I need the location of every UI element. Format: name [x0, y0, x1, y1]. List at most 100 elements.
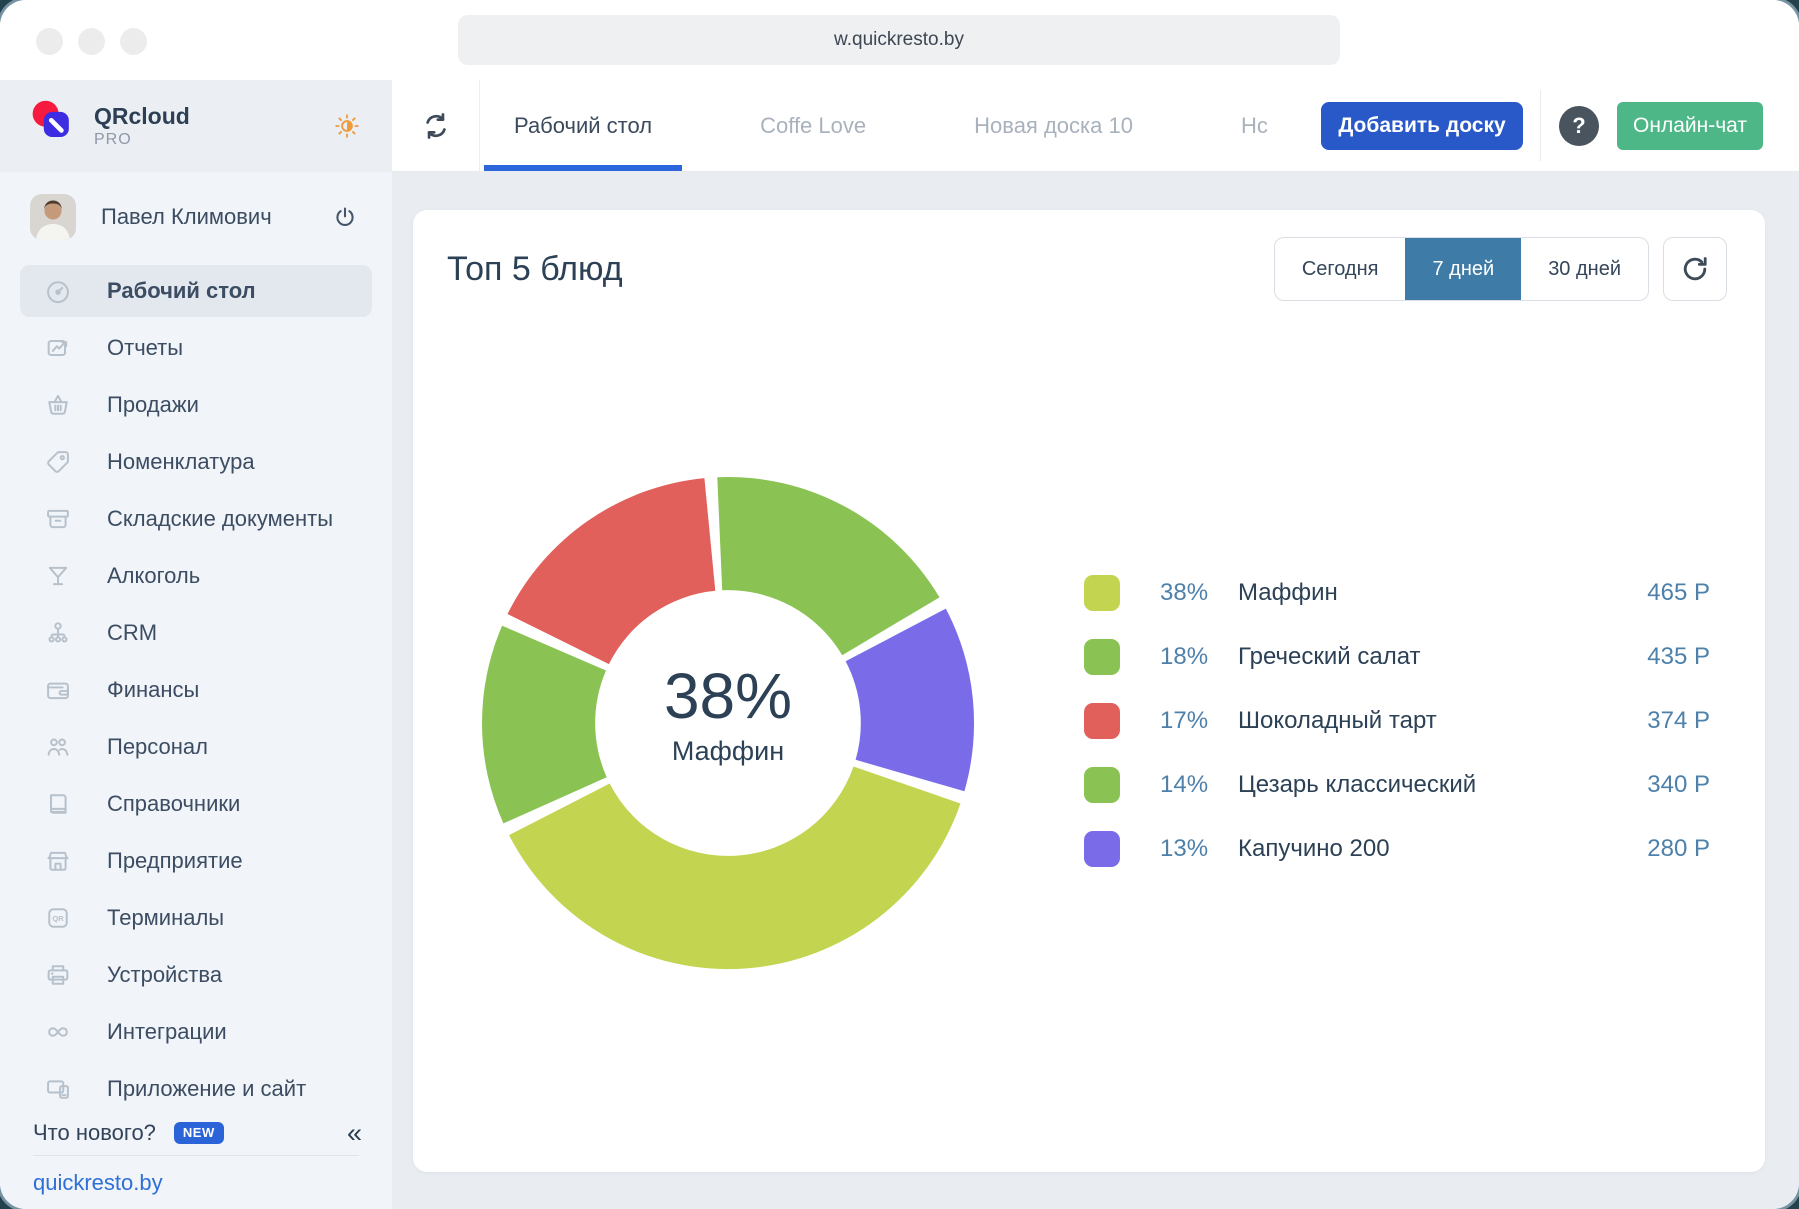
user-name: Павел Климович	[101, 204, 272, 230]
sidebar-footer: Что нового? NEW « quickresto.by	[0, 1111, 392, 1209]
legend-amount: 374 Р	[1647, 707, 1710, 735]
sidebar-item[interactable]: Финансы	[20, 664, 372, 716]
sidebar-item-label: Номенклатура	[107, 449, 255, 475]
legend-percent: 13%	[1160, 835, 1232, 863]
window-minimize-button[interactable]	[78, 28, 105, 55]
gauge-icon	[44, 277, 72, 305]
sidebar-item-label: Терминалы	[107, 905, 224, 931]
sidebar-item[interactable]: Устройства	[20, 949, 372, 1001]
help-button[interactable]: ?	[1559, 106, 1599, 146]
sidebar-item-label: Складские документы	[107, 506, 333, 532]
sidebar-item-label: Приложение и сайт	[107, 1076, 306, 1102]
qrcloud-logo-icon	[28, 98, 80, 155]
period-option[interactable]: Сегодня	[1275, 238, 1406, 300]
user-row[interactable]: Павел Климович	[0, 182, 392, 252]
sidebar-item-label: Финансы	[107, 677, 199, 703]
whats-new-row[interactable]: Что нового? NEW «	[33, 1111, 359, 1155]
sidebar-item[interactable]: QR Терминалы	[20, 892, 372, 944]
donut-slice[interactable]	[508, 478, 716, 664]
legend-row[interactable]: 13% Капучино 200 280 Р	[1084, 827, 1710, 871]
sidebar-item[interactable]: CRM	[20, 607, 372, 659]
legend-row[interactable]: 14% Цезарь классический 340 Р	[1084, 763, 1710, 807]
legend-percent: 38%	[1160, 579, 1232, 607]
warehouse-icon	[44, 505, 72, 533]
legend-color-tile	[1084, 639, 1120, 675]
window-controls	[36, 28, 147, 55]
staff-icon	[44, 733, 72, 761]
legend-dish-name: Цезарь классический	[1238, 771, 1476, 799]
legend-row[interactable]: 17% Шоколадный тарт 374 Р	[1084, 699, 1710, 743]
printer-icon	[44, 961, 72, 989]
sidebar-item[interactable]: Предприятие	[20, 835, 372, 887]
donut-slice[interactable]	[717, 477, 939, 655]
board-tab[interactable]: Coffe Love	[730, 80, 896, 171]
report-icon	[44, 334, 72, 362]
app-site-icon	[44, 1075, 72, 1103]
sidebar-item-label: Продажи	[107, 392, 199, 418]
period-option[interactable]: 30 дней	[1521, 238, 1648, 300]
wallet-icon	[44, 676, 72, 704]
sidebar-item-label: Устройства	[107, 962, 222, 988]
sidebar-item[interactable]: Номенклатура	[20, 436, 372, 488]
crm-icon	[44, 619, 72, 647]
logout-power-icon[interactable]	[332, 204, 358, 230]
avatar	[30, 194, 76, 240]
basket-icon	[44, 391, 72, 419]
window-close-button[interactable]	[36, 28, 63, 55]
sidebar-nav: Рабочий стол Отчеты Продажи Номе	[0, 265, 392, 1111]
brand-header: QRcloud PRO	[0, 80, 392, 172]
sidebar-item[interactable]: Рабочий стол	[20, 265, 372, 317]
card-title: Топ 5 блюд	[447, 237, 623, 301]
sidebar-item[interactable]: Персонал	[20, 721, 372, 773]
legend-dish-name: Греческий салат	[1238, 643, 1421, 671]
board-tab[interactable]: Новая доска 10	[944, 80, 1163, 171]
dashboard-content: Топ 5 блюд Сегодня 7 дней	[392, 172, 1799, 1209]
brand-name: QRcloud	[94, 103, 190, 129]
legend-color-tile	[1084, 575, 1120, 611]
theme-sun-icon[interactable]	[333, 112, 361, 140]
sidebar-item[interactable]: Складские документы	[20, 493, 372, 545]
sidebar-item[interactable]: Справочники	[20, 778, 372, 830]
window-maximize-button[interactable]	[120, 28, 147, 55]
board-tab[interactable]: Рабочий стол	[484, 80, 682, 171]
legend-row[interactable]: 18% Греческий салат 435 Р	[1084, 635, 1710, 679]
svg-text:QR: QR	[52, 914, 64, 923]
legend-dish-name: Капучино 200	[1238, 835, 1390, 863]
period-filters: Сегодня 7 дней 30 дней	[1274, 237, 1727, 301]
add-board-button[interactable]: Добавить доску	[1321, 102, 1523, 150]
legend-row[interactable]: 38% Маффин 465 Р	[1084, 571, 1710, 615]
sidebar-item-label: Рабочий стол	[107, 278, 256, 304]
sync-button[interactable]	[392, 80, 480, 171]
collapse-sidebar-icon[interactable]: «	[347, 1120, 359, 1147]
site-link[interactable]: quickresto.by	[33, 1170, 163, 1196]
online-chat-button[interactable]: Онлайн-чат	[1617, 102, 1763, 150]
sidebar-item[interactable]: Продажи	[20, 379, 372, 431]
topbar-divider	[1540, 90, 1541, 161]
sidebar-item-label: Алкоголь	[107, 563, 200, 589]
sidebar: QRcloud PRO	[0, 80, 392, 1209]
sidebar-item[interactable]: Алкоголь	[20, 550, 372, 602]
sidebar-item[interactable]: Приложение и сайт	[20, 1063, 372, 1111]
brand-plan-badge: PRO	[94, 131, 190, 149]
period-option[interactable]: 7 дней	[1405, 238, 1521, 300]
book-icon	[44, 790, 72, 818]
topbar: Рабочий стол Coffe Love Новая доска 10 Н…	[392, 80, 1799, 172]
donut-slice[interactable]	[509, 767, 961, 970]
donut-slice[interactable]	[482, 626, 607, 824]
board-tab[interactable]: Нс	[1211, 80, 1298, 171]
legend-percent: 14%	[1160, 771, 1232, 799]
integrations-icon	[44, 1018, 72, 1046]
legend-amount: 435 Р	[1647, 643, 1710, 671]
sync-icon	[419, 109, 453, 143]
martini-icon	[44, 562, 72, 590]
sidebar-item[interactable]: Отчеты	[20, 322, 372, 374]
refresh-chart-button[interactable]	[1663, 237, 1727, 301]
legend-dish-name: Шоколадный тарт	[1238, 707, 1437, 735]
sidebar-item[interactable]: Интеграции	[20, 1006, 372, 1058]
legend-color-tile	[1084, 831, 1120, 867]
chart-legend: 38% Маффин 465 Р 18% Греческий салат 435…	[1084, 571, 1710, 891]
board-tabs: Рабочий стол Coffe Love Новая доска 10 Н…	[484, 80, 1298, 171]
browser-chrome: w.quickresto.by	[0, 0, 1799, 80]
address-bar[interactable]: w.quickresto.by	[458, 15, 1340, 65]
tag-icon	[44, 448, 72, 476]
